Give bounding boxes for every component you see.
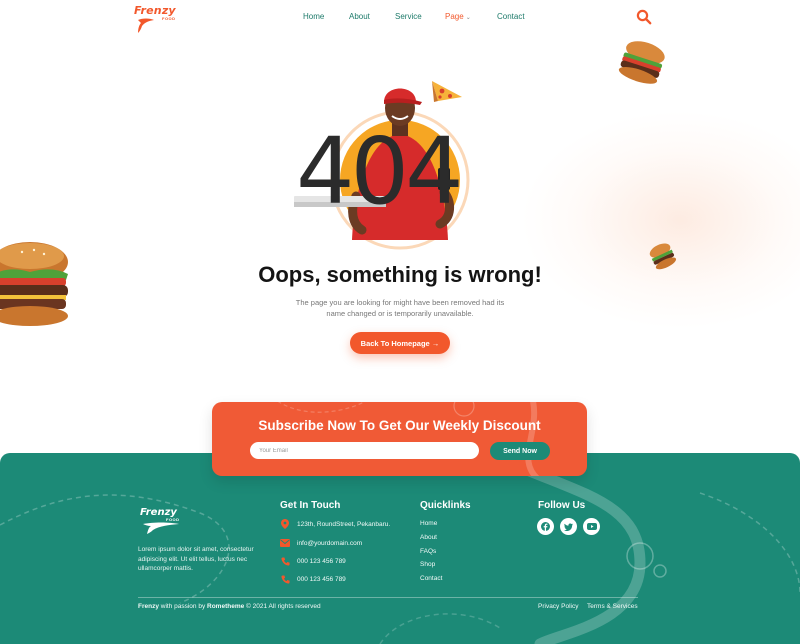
phone-icon xyxy=(280,556,290,566)
copyright-mid: with passion by xyxy=(158,603,208,610)
error-code: 404 xyxy=(296,118,464,225)
email-input[interactable] xyxy=(250,442,479,459)
search-icon[interactable] xyxy=(636,9,652,25)
phone-icon xyxy=(280,574,290,584)
chevron-down-icon: ⌄ xyxy=(465,15,471,21)
quicklink-shop[interactable]: Shop xyxy=(420,561,435,568)
hero-background-glow xyxy=(520,110,800,330)
phone-text-1: 000 123 456 789 xyxy=(297,557,346,565)
footer-brand-tagline: FOOD xyxy=(166,517,180,522)
nav-item-page-label: Page xyxy=(445,12,464,21)
footer xyxy=(0,453,800,644)
email-text: info@yourdomain.com xyxy=(297,539,363,547)
footer-decoration xyxy=(0,453,800,644)
subscribe-decoration xyxy=(278,402,540,476)
footer-divider xyxy=(138,597,638,598)
copyright-text: Frenzy with passion by Rometheme © 2021 … xyxy=(138,603,321,610)
send-now-button[interactable]: Send Now xyxy=(490,442,550,460)
nav-item-service[interactable]: Service xyxy=(395,12,422,21)
contact-address: 123th, RoundStreet, Pekanbaru. xyxy=(280,519,390,529)
address-text: 123th, RoundStreet, Pekanbaru. xyxy=(297,520,391,528)
quicklink-contact[interactable]: Contact xyxy=(420,575,442,582)
quicklinks-heading: Quicklinks xyxy=(420,500,471,511)
error-title: Oops, something is wrong! xyxy=(258,262,542,287)
phone-text-2: 000 123 456 789 xyxy=(297,575,346,583)
back-to-homepage-button[interactable]: Back To Homepage → xyxy=(350,332,450,354)
nav-item-home[interactable]: Home xyxy=(303,12,324,21)
nav-item-contact[interactable]: Contact xyxy=(497,12,525,21)
quicklink-home[interactable]: Home xyxy=(420,520,437,527)
burger-top-right-image xyxy=(618,41,665,84)
facebook-icon[interactable] xyxy=(537,518,554,535)
privacy-policy-link[interactable]: Privacy Policy xyxy=(538,603,578,610)
brand-logo[interactable]: Frenzy FOOD xyxy=(134,4,178,34)
follow-heading: Follow Us xyxy=(538,500,586,511)
footer-about-text: Lorem ipsum dolor sit amet, consectetur … xyxy=(138,546,254,572)
logo-swoosh-icon xyxy=(138,18,154,33)
subscribe-banner: Subscribe Now To Get Our Weekly Discount… xyxy=(212,402,587,476)
error-description: The page you are looking for might have … xyxy=(295,298,505,318)
subscribe-title: Subscribe Now To Get Our Weekly Discount xyxy=(258,418,541,433)
header: Frenzy FOOD Home About Service Page ⌄ Con… xyxy=(0,0,800,36)
contact-phone-2[interactable]: 000 123 456 789 xyxy=(280,574,346,584)
contact-phone-1[interactable]: 000 123 456 789 xyxy=(280,556,346,566)
map-pin-icon xyxy=(280,519,290,529)
contact-heading: Get In Touch xyxy=(280,500,341,511)
nav-item-page[interactable]: Page ⌄ xyxy=(445,12,471,21)
brand-tagline: FOOD xyxy=(162,16,176,21)
copyright-rest: © 2021 All rights reserved xyxy=(244,603,321,610)
terms-services-link[interactable]: Terms & Services xyxy=(587,603,638,610)
copyright-author[interactable]: Rometheme xyxy=(207,603,244,610)
contact-email[interactable]: info@yourdomain.com xyxy=(280,538,362,548)
quicklink-faqs[interactable]: FAQs xyxy=(420,548,436,555)
nav-item-about[interactable]: About xyxy=(349,12,370,21)
youtube-icon[interactable] xyxy=(583,518,600,535)
quicklink-about[interactable]: About xyxy=(420,534,437,541)
footer-logo[interactable]: Frenzy FOOD xyxy=(139,506,183,539)
twitter-icon[interactable] xyxy=(560,518,577,535)
mail-icon xyxy=(280,538,290,548)
copyright-brand[interactable]: Frenzy xyxy=(138,603,159,610)
